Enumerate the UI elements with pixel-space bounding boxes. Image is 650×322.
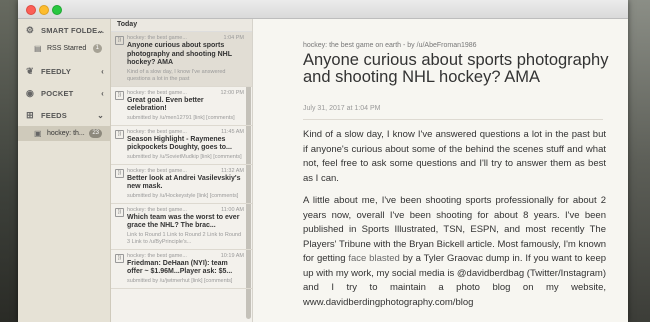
- sidebar-section-feedly[interactable]: ❦ FEEDLY ‹: [18, 60, 110, 82]
- sidebar-section-smart-folders[interactable]: ⚙ SMART FOLDE... ⌄: [18, 19, 110, 41]
- item-source: hockey: the best game...: [127, 89, 187, 96]
- face-blasted-link[interactable]: face blasted: [348, 253, 399, 264]
- item-time: 12:00 PM: [220, 89, 244, 96]
- zoom-window-button[interactable]: [52, 5, 62, 15]
- titlebar: [18, 0, 628, 19]
- list-item[interactable]: )) hockey: the best game... 12:00 PM Grea…: [111, 87, 252, 126]
- list-item[interactable]: )) hockey: the best game... 11:45 AM Seas…: [111, 126, 252, 165]
- rss-icon: )): [115, 36, 124, 45]
- section-label: FEEDLY: [41, 66, 72, 76]
- sidebar-item-hockey-feed[interactable]: ▣ hockey: th... 23: [18, 126, 110, 141]
- item-source: hockey: the best game...: [127, 167, 187, 174]
- rss-icon: )): [115, 90, 124, 100]
- item-description: Kind of a slow day, I know I've answered…: [127, 68, 226, 82]
- list-section-header: Today: [111, 19, 252, 32]
- chevron-left-icon[interactable]: ‹: [101, 89, 104, 98]
- article-paragraph: Kind of a slow day, I know I've answered…: [303, 129, 606, 184]
- item-time: 1:04 PM: [223, 35, 244, 41]
- sidebar: ⚙ SMART FOLDE... ⌄ ▤ RSS Starred 1 ❦ FEE…: [18, 19, 111, 322]
- item-source: hockey: the best game...: [127, 128, 187, 135]
- item-source: hockey: the best game...: [127, 35, 187, 41]
- item-source: hockey: the best game...: [127, 206, 187, 213]
- desktop-background-right: [628, 0, 650, 322]
- item-title: Great goal. Even better celebration!: [127, 96, 204, 113]
- rss-icon: )): [115, 253, 124, 263]
- sidebar-section-pocket[interactable]: ◉ POCKET ‹: [18, 82, 110, 104]
- article-list: Today )) hockey: the best game... 1:04 PM…: [111, 19, 253, 322]
- article-feed-name[interactable]: hockey: the best game on earth - by /u/A…: [303, 42, 477, 49]
- count-badge: 23: [89, 129, 102, 138]
- chevron-down-icon[interactable]: ⌄: [97, 26, 104, 35]
- list-item[interactable]: )) hockey: the best game... 11:32 AM Bett…: [111, 165, 252, 204]
- article-paragraph: A little about me, I've been shooting sp…: [303, 194, 606, 310]
- item-description: submitted by /u/Hockeystyle [link] [comm…: [127, 192, 239, 199]
- section-label: FEEDS: [41, 110, 68, 120]
- article-title[interactable]: Anyone curious about sports photography …: [303, 52, 613, 86]
- list-item[interactable]: )) hockey: the best game... 1:04 PM Anyon…: [111, 32, 252, 87]
- list-item[interactable]: )) hockey: the best game... 11:00 AM Whic…: [111, 204, 252, 250]
- article-reader: hockey: the best game on earth - by /u/A…: [253, 19, 628, 322]
- count-badge: 1: [92, 44, 102, 53]
- item-title: Season Highlight - Raymenes pickpockets …: [127, 135, 232, 152]
- rss-icon: )): [115, 129, 124, 139]
- close-window-button[interactable]: [26, 5, 36, 15]
- minimize-window-button[interactable]: [39, 5, 49, 15]
- desktop-background-left: [0, 0, 18, 322]
- chevron-down-icon[interactable]: ⌄: [97, 111, 104, 120]
- item-time: 11:00 AM: [221, 206, 244, 213]
- sidebar-section-feeds[interactable]: ⊞ FEEDS ⌄: [18, 104, 110, 126]
- archive-icon: ▤: [34, 44, 42, 53]
- item-description: submitted by /u/jwtmerhut [link] [commen…: [127, 277, 233, 284]
- section-label: POCKET: [41, 88, 74, 98]
- item-source: hockey: the best game...: [127, 252, 187, 259]
- list-item[interactable]: )) hockey: the best game... 10:19 AM Frie…: [111, 250, 252, 289]
- item-time: 11:45 AM: [221, 128, 244, 135]
- rss-icon: )): [115, 168, 124, 178]
- feedly-icon: ❦: [26, 65, 34, 76]
- sidebar-item-label: RSS Starred: [47, 45, 87, 52]
- item-title: Which team was the worst to ever grace t…: [127, 213, 240, 230]
- sidebar-item-rss-starred[interactable]: ▤ RSS Starred 1: [18, 41, 110, 56]
- item-description: submitted by /u/men12791 [link] [comment…: [127, 114, 235, 121]
- section-label: SMART FOLDE...: [41, 25, 105, 35]
- rss-icon: ▣: [34, 129, 42, 138]
- item-title: Anyone curious about sports photography …: [127, 42, 232, 66]
- app-window: ⚙ SMART FOLDE... ⌄ ▤ RSS Starred 1 ❦ FEE…: [18, 0, 628, 322]
- divider: [303, 119, 603, 120]
- item-description: submitted by /u/SovietMudkip [link] [com…: [127, 153, 242, 160]
- chevron-left-icon[interactable]: ‹: [101, 67, 104, 76]
- item-title: Better look at Andrei Vasilevskiy's new …: [127, 174, 241, 191]
- article-date: July 31, 2017 at 1:04 PM: [303, 105, 381, 112]
- item-title: Friedman: DeHaan (NYI): team offer ~ $1.…: [127, 259, 233, 276]
- item-description: Link to Round 1 Link to Round 2 Link to …: [127, 231, 242, 245]
- rss-icon: )): [115, 207, 124, 217]
- rss-icon: ⊞: [26, 109, 34, 120]
- item-time: 10:19 AM: [220, 252, 244, 259]
- sidebar-item-label: hockey: th...: [47, 130, 85, 137]
- item-time: 11:32 AM: [221, 167, 244, 174]
- pocket-icon: ◉: [25, 87, 35, 98]
- gear-icon: ⚙: [25, 24, 35, 35]
